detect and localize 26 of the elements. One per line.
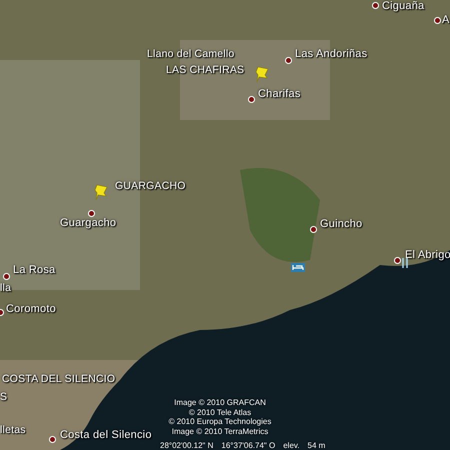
area-label[interactable]: LAS CHAFIRAS — [166, 64, 244, 77]
attribution-text: Image © 2010 GRAFCAN — [174, 398, 266, 408]
marina-icon[interactable] — [402, 258, 408, 268]
place-label[interactable]: Charifas — [258, 88, 301, 101]
attribution-text: © 2010 Europa Technologies — [168, 417, 272, 428]
area-label[interactable]: lletas — [0, 424, 26, 437]
area-label[interactable]: Llano del Camello — [147, 48, 234, 61]
place-label[interactable]: Ciguaña — [382, 0, 424, 13]
place-label[interactable]: La Rosa — [13, 264, 56, 277]
place-label[interactable]: Coromoto — [6, 303, 56, 316]
area-label[interactable]: COSTA DEL SILENCIO — [2, 373, 116, 386]
place-label[interactable]: Las Andoriñas — [295, 48, 368, 61]
longitude-text: 16°37'06.74" O — [221, 441, 276, 450]
area-label[interactable]: GUARGACHO — [115, 180, 186, 193]
elevation-value: 54 m — [308, 441, 326, 450]
place-label[interactable]: Guargacho — [60, 217, 116, 230]
elevation-label: elev. — [283, 441, 300, 450]
latitude-text: 28°02'00.12" N — [160, 441, 214, 450]
bed-icon[interactable] — [291, 263, 305, 272]
place-label[interactable]: El Abrigo — [405, 249, 450, 262]
area-label[interactable]: S — [0, 391, 8, 404]
attribution-text: Image © 2010 TerraMetrics — [172, 427, 268, 437]
place-label[interactable]: Guincho — [320, 218, 362, 231]
attribution-text: © 2010 Tele Atlas — [188, 408, 252, 418]
area-label[interactable]: lla — [0, 282, 12, 295]
place-label[interactable]: A — [442, 14, 450, 27]
